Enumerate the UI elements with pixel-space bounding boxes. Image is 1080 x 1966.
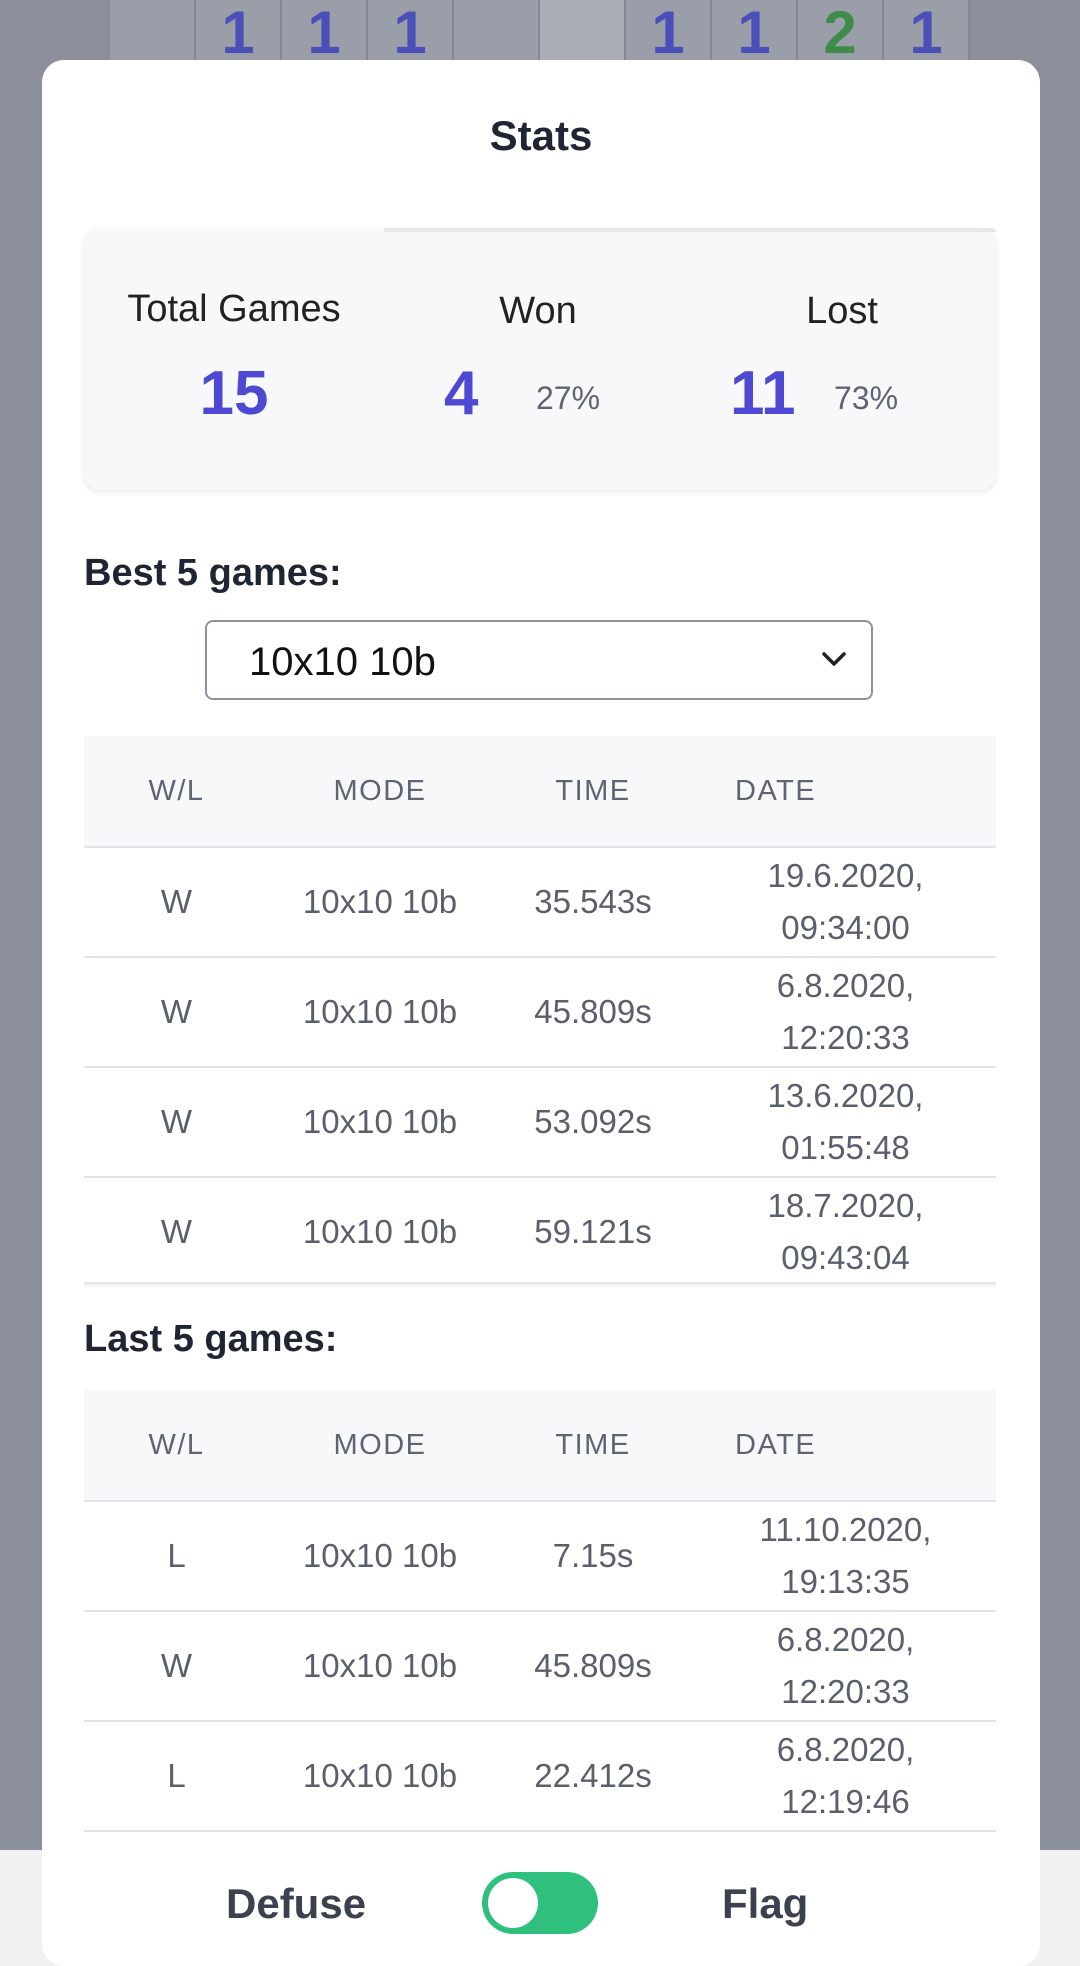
total-games-value: 15 bbox=[199, 359, 269, 428]
best-games-label: Best 5 games: bbox=[84, 552, 342, 594]
column-header-wl: W/L bbox=[84, 736, 269, 848]
best-games-table: W/L MODE TIME DATE W 10x10 10b 35.543s 1… bbox=[84, 736, 996, 1288]
stats-modal: Stats Total Games 15 Won 4 27% Lost 11 7… bbox=[42, 60, 1040, 1966]
date-cell: 6.8.2020, 12:20:33 bbox=[695, 957, 996, 1068]
time-cell: 45.809s bbox=[491, 957, 695, 1068]
mode-select[interactable]: 10x10 10b bbox=[205, 620, 873, 700]
result-cell: W bbox=[84, 957, 269, 1068]
column-header-date: DATE bbox=[695, 1390, 996, 1502]
column-header-wl: W/L bbox=[84, 1390, 269, 1502]
time-cell: 22.412s bbox=[491, 1721, 695, 1832]
mode-cell: 10x10 10b bbox=[269, 1177, 491, 1288]
mode-toggle-bar: Defuse Flag bbox=[0, 1850, 1080, 1966]
time-cell: 53.092s bbox=[491, 1067, 695, 1178]
chevron-down-icon bbox=[821, 648, 847, 675]
result-cell: W bbox=[84, 847, 269, 958]
won-value: 4 bbox=[444, 359, 479, 428]
table-scroll-shadow bbox=[84, 1282, 996, 1288]
date-cell: 19.6.2020, 09:34:00 bbox=[695, 847, 996, 958]
table-row: L 10x10 10b 22.412s 6.8.2020, 12:19:46 bbox=[84, 1721, 996, 1832]
minesweeper-board: 1 1 1 1 1 2 1 bbox=[110, 0, 970, 60]
column-header-date: DATE bbox=[695, 736, 996, 848]
table-row: W 10x10 10b 53.092s 13.6.2020, 01:55:48 bbox=[84, 1067, 996, 1178]
time-cell: 7.15s bbox=[491, 1501, 695, 1612]
board-cell[interactable]: 1 bbox=[368, 0, 454, 60]
board-cell[interactable]: 1 bbox=[712, 0, 798, 60]
mode-cell: 10x10 10b bbox=[269, 1611, 491, 1722]
lost-value: 11 bbox=[730, 359, 796, 428]
toggle-knob bbox=[488, 1878, 538, 1928]
defuse-label[interactable]: Defuse bbox=[226, 1880, 366, 1928]
board-cell[interactable]: 2 bbox=[798, 0, 884, 60]
table-row: W 10x10 10b 45.809s 6.8.2020, 12:20:33 bbox=[84, 1611, 996, 1722]
table-header-row: W/L MODE TIME DATE bbox=[84, 1390, 996, 1502]
lost-label: Lost bbox=[806, 290, 878, 332]
mode-cell: 10x10 10b bbox=[269, 1501, 491, 1612]
result-cell: L bbox=[84, 1721, 269, 1832]
result-cell: W bbox=[84, 1611, 269, 1722]
mode-select-value: 10x10 10b bbox=[249, 640, 436, 684]
table-row: L 10x10 10b 7.15s 11.10.2020, 19:13:35 bbox=[84, 1501, 996, 1612]
date-cell: 11.10.2020, 19:13:35 bbox=[695, 1501, 996, 1612]
last-games-label: Last 5 games: bbox=[84, 1318, 338, 1360]
date-cell: 6.8.2020, 12:19:46 bbox=[695, 1721, 996, 1832]
date-cell: 18.7.2020, 09:43:04 bbox=[695, 1177, 996, 1288]
mode-cell: 10x10 10b bbox=[269, 1721, 491, 1832]
modal-title: Stats bbox=[489, 112, 593, 159]
column-header-time: TIME bbox=[491, 736, 695, 848]
board-cell[interactable] bbox=[454, 0, 540, 60]
last-games-table: W/L MODE TIME DATE L 10x10 10b 7.15s 11.… bbox=[84, 1390, 996, 1832]
total-games-label: Total Games bbox=[127, 288, 341, 330]
won-percent: 27% bbox=[536, 380, 601, 416]
board-cell[interactable]: 1 bbox=[884, 0, 970, 60]
summary-divider bbox=[384, 228, 996, 232]
mode-cell: 10x10 10b bbox=[269, 957, 491, 1068]
result-cell: W bbox=[84, 1067, 269, 1178]
time-cell: 59.121s bbox=[491, 1177, 695, 1288]
flag-label[interactable]: Flag bbox=[722, 1880, 808, 1928]
defuse-flag-toggle[interactable] bbox=[482, 1872, 598, 1934]
mode-cell: 10x10 10b bbox=[269, 847, 491, 958]
summary-card: Total Games 15 Won 4 27% Lost 11 73% bbox=[84, 228, 996, 490]
result-cell: W bbox=[84, 1177, 269, 1288]
table-row: W 10x10 10b 59.121s 18.7.2020, 09:43:04 bbox=[84, 1177, 996, 1288]
board-cell[interactable]: 1 bbox=[282, 0, 368, 60]
board-cell[interactable] bbox=[110, 0, 196, 60]
lost-percent: 73% bbox=[834, 380, 899, 416]
column-header-time: TIME bbox=[491, 1390, 695, 1502]
date-cell: 13.6.2020, 01:55:48 bbox=[695, 1067, 996, 1178]
board-cell[interactable] bbox=[540, 0, 626, 60]
board-cell[interactable]: 1 bbox=[626, 0, 712, 60]
result-cell: L bbox=[84, 1501, 269, 1612]
time-cell: 35.543s bbox=[491, 847, 695, 958]
won-label: Won bbox=[499, 290, 577, 332]
mode-cell: 10x10 10b bbox=[269, 1067, 491, 1178]
table-row: W 10x10 10b 35.543s 19.6.2020, 09:34:00 bbox=[84, 847, 996, 958]
time-cell: 45.809s bbox=[491, 1611, 695, 1722]
board-cell[interactable]: 1 bbox=[196, 0, 282, 60]
date-cell: 6.8.2020, 12:20:33 bbox=[695, 1611, 996, 1722]
table-row: W 10x10 10b 45.809s 6.8.2020, 12:20:33 bbox=[84, 957, 996, 1068]
table-header-row: W/L MODE TIME DATE bbox=[84, 736, 996, 848]
column-header-mode: MODE bbox=[269, 736, 491, 848]
column-header-mode: MODE bbox=[269, 1390, 491, 1502]
